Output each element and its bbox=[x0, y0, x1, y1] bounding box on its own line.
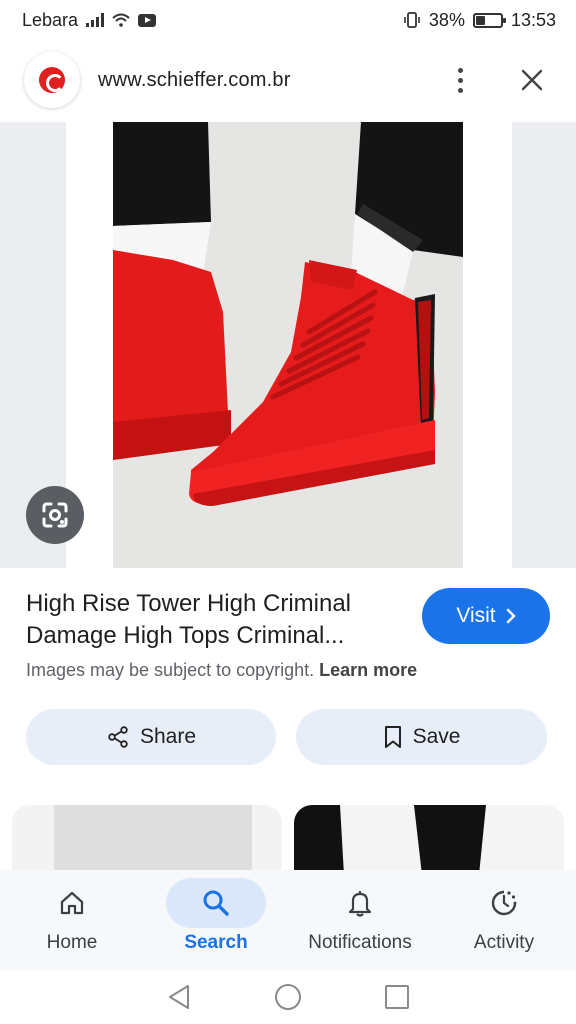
nav-home[interactable]: Home bbox=[0, 870, 144, 970]
status-right: 38% 13:53 bbox=[403, 10, 556, 31]
signal-icon bbox=[86, 13, 105, 27]
save-button[interactable]: Save bbox=[296, 709, 547, 765]
nav-home-label: Home bbox=[46, 932, 98, 953]
search-icon bbox=[166, 878, 266, 928]
chevron-right-icon bbox=[506, 608, 516, 624]
share-label: Share bbox=[139, 725, 197, 748]
related-image-1[interactable] bbox=[12, 805, 282, 875]
status-left: Lebara bbox=[22, 9, 157, 31]
product-image[interactable] bbox=[113, 122, 463, 568]
system-navigation-bar bbox=[0, 970, 576, 1024]
wifi-icon bbox=[112, 13, 130, 27]
home-icon bbox=[22, 878, 122, 928]
copyright-text: Images may be subject to copyright. bbox=[26, 660, 315, 680]
bookmark-icon bbox=[384, 726, 401, 748]
visit-button[interactable]: Visit bbox=[422, 588, 550, 644]
carrier-name: Lebara bbox=[22, 9, 79, 30]
url-bar: www.schieffer.com.br bbox=[0, 48, 576, 112]
share-icon bbox=[108, 726, 128, 748]
nav-notifications-label: Notifications bbox=[308, 932, 412, 953]
save-label: Save bbox=[412, 725, 461, 748]
recents-icon[interactable] bbox=[384, 984, 410, 1010]
status-bar: Lebara 38% 13:53 bbox=[0, 0, 576, 40]
battery-percent: 38% bbox=[428, 9, 465, 30]
battery-icon bbox=[472, 12, 506, 28]
learn-more-link[interactable]: Learn more bbox=[319, 660, 417, 680]
share-button[interactable]: Share bbox=[26, 709, 276, 765]
related-image-2[interactable] bbox=[294, 805, 564, 875]
page-url[interactable]: www.schieffer.com.br bbox=[98, 69, 448, 92]
vibrate-icon bbox=[404, 12, 420, 28]
youtube-icon bbox=[138, 13, 157, 27]
clock: 13:53 bbox=[510, 9, 556, 30]
more-options-icon[interactable] bbox=[448, 60, 472, 100]
result-title-line2: Damage High Tops Criminal... bbox=[26, 622, 345, 649]
nav-search[interactable]: Search bbox=[144, 870, 288, 970]
site-favicon-icon[interactable] bbox=[24, 52, 80, 108]
nav-activity[interactable]: Activity bbox=[432, 870, 576, 970]
back-icon[interactable] bbox=[166, 983, 192, 1011]
copyright-notice: Images may be subject to copyright. Lear… bbox=[26, 660, 417, 681]
result-title-line1: High Rise Tower High Criminal bbox=[26, 590, 351, 617]
bottom-navigation: Home Search Notifications Activity bbox=[0, 870, 576, 970]
bell-icon bbox=[310, 878, 410, 928]
nav-search-label: Search bbox=[184, 932, 248, 953]
activity-icon bbox=[454, 878, 554, 928]
google-lens-icon[interactable] bbox=[26, 486, 84, 544]
close-icon[interactable] bbox=[512, 60, 552, 100]
result-title[interactable]: High Rise Tower High Criminal Damage Hig… bbox=[26, 588, 396, 652]
nav-notifications[interactable]: Notifications bbox=[288, 870, 432, 970]
home-circle-icon[interactable] bbox=[274, 983, 302, 1011]
image-preview-area bbox=[0, 122, 576, 568]
visit-label: Visit bbox=[456, 604, 496, 627]
nav-activity-label: Activity bbox=[473, 932, 535, 953]
next-image-peek[interactable] bbox=[512, 122, 576, 568]
